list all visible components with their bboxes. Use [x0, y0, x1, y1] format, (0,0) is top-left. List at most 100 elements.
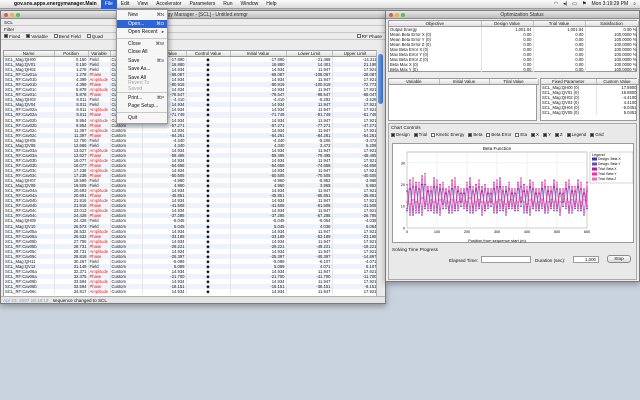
- fixed-parameter-table[interactable]: Fixed Parameter Custom Value SCL_Mag:QH00…: [540, 78, 639, 121]
- menu-item-close[interactable]: Close ⌘W: [117, 40, 167, 49]
- data-point: [496, 212, 498, 214]
- menu-item-label: New: [128, 12, 139, 19]
- close-icon[interactable]: [389, 12, 393, 17]
- chart-toggle-beta-error[interactable]: Beta Error: [486, 132, 511, 137]
- variable-table[interactable]: Variable Initial Value Trial Value: [388, 78, 539, 121]
- close-icon[interactable]: [4, 12, 8, 17]
- parameter-table[interactable]: NamePositionVariableTypeDesign ValueCont…: [3, 50, 377, 299]
- checkbox-icon[interactable]: [26, 34, 31, 39]
- menu-accelerator[interactable]: Accelerator: [152, 0, 185, 9]
- x-tick-label: 600: [584, 230, 590, 234]
- chart-toggle-beta[interactable]: Beta: [468, 132, 482, 137]
- data-point: [409, 179, 411, 182]
- wifi-icon[interactable]: ◠: [554, 1, 558, 7]
- checkbox-icon[interactable]: [531, 132, 536, 137]
- checkbox-icon[interactable]: [468, 132, 473, 137]
- minimize-icon[interactable]: [395, 12, 399, 17]
- filter-variable[interactable]: Variable: [26, 33, 48, 40]
- menu-window[interactable]: Window: [236, 0, 262, 9]
- checkbox-icon[interactable]: [356, 34, 361, 39]
- filter-rf-phase[interactable]: RF Phase: [356, 33, 382, 40]
- menu-view[interactable]: View: [133, 0, 152, 9]
- data-point: [556, 181, 558, 184]
- chart-toggle-kinetic-energy[interactable]: Kinetic Energy: [431, 132, 464, 137]
- checkbox-icon[interactable]: [413, 132, 418, 137]
- objective-table[interactable]: Objective Design Value Trial Value Satisfac…: [388, 20, 639, 72]
- volume-icon[interactable]: ◂): [563, 1, 567, 7]
- chart-toggle-x[interactable]: X: [531, 132, 539, 137]
- chart-toggle-grid[interactable]: Grid: [590, 132, 604, 137]
- column-header[interactable]: Variable: [389, 79, 440, 85]
- menu-item-open-recent[interactable]: Open Recent ▸: [117, 28, 167, 37]
- menu-run[interactable]: Run: [219, 0, 236, 9]
- filter-fixed[interactable]: Fixed: [4, 33, 20, 40]
- menu-item-print[interactable]: Print... ⌘P: [117, 94, 167, 103]
- checkbox-icon[interactable]: [391, 132, 395, 137]
- menu-app-name[interactable]: gov.sns.apps.energymanager.Main: [10, 0, 101, 9]
- checkbox-icon[interactable]: [486, 132, 491, 137]
- data-point: [529, 214, 531, 216]
- x-tick-label: 200: [464, 230, 470, 234]
- vertical-scrollbar[interactable]: [376, 50, 383, 299]
- main-titlebar[interactable]: Energy Manager - [SCL] - Untitled.enmgr: [1, 11, 385, 19]
- checkbox-icon[interactable]: [515, 132, 520, 137]
- scroll-thumb[interactable]: [378, 54, 383, 104]
- menu-item-quit[interactable]: Quit: [117, 114, 167, 123]
- menu-item-close-all[interactable]: Close All: [117, 48, 167, 57]
- menu-item-save[interactable]: Save ⌘S: [117, 57, 167, 66]
- opt-titlebar[interactable]: Optimization Status: [386, 11, 639, 19]
- data-point: [580, 209, 582, 212]
- objective-cell: Beta Max Y (0): [389, 67, 482, 72]
- chart-toggle-design[interactable]: Design: [391, 132, 410, 137]
- flag-icon[interactable]: ⚑: [582, 1, 586, 7]
- data-point: [565, 203, 567, 205]
- chart-toggle-trial[interactable]: Trial: [413, 132, 427, 137]
- menu-file[interactable]: File: [100, 0, 117, 9]
- battery-icon[interactable]: ▭: [572, 1, 577, 7]
- chart-toggle-label: Kinetic Energy: [436, 132, 465, 137]
- spotlight-icon[interactable]: ⌕: [633, 1, 636, 7]
- data-point: [526, 209, 528, 212]
- menu-edit[interactable]: Edit: [117, 0, 134, 9]
- data-point: [562, 188, 564, 190]
- menu-item-save-as[interactable]: Save As...: [117, 65, 167, 74]
- checkbox-icon[interactable]: [542, 132, 547, 137]
- checkbox-icon[interactable]: [566, 132, 571, 137]
- chart-toggle-z[interactable]: Z: [554, 132, 563, 137]
- data-point: [460, 201, 462, 203]
- fixed-row[interactable]: SCL_Mag:QV05 (0) 5.0451: [541, 110, 639, 115]
- chart-toggle-y[interactable]: Y: [542, 132, 551, 137]
- data-point: [535, 188, 537, 190]
- checkbox-icon[interactable]: [590, 132, 595, 137]
- data-point: [541, 207, 543, 210]
- menubar-clock[interactable]: Mon 3:19:29 PM: [592, 1, 629, 7]
- checkbox-icon[interactable]: [4, 34, 8, 39]
- chart-toggle-label: Z: [559, 132, 563, 137]
- table-row[interactable]: SCL_RF:Cav06c 34.817 Amplitude Custom 14.934…: [4, 289, 376, 295]
- filter-quad[interactable]: Quad: [86, 33, 103, 40]
- stop-button[interactable]: Stop: [607, 255, 631, 263]
- column-header[interactable]: Trial Value: [489, 79, 539, 85]
- checkbox-icon[interactable]: [86, 34, 91, 39]
- column-header[interactable]: Initial Value: [439, 79, 490, 85]
- filter-bend-field[interactable]: Bend Field: [53, 33, 81, 40]
- data-point: [430, 198, 432, 201]
- menu-parameters[interactable]: Parameters: [185, 0, 219, 9]
- data-point: [523, 212, 525, 214]
- chart-toggle-legend[interactable]: Legend: [566, 132, 586, 137]
- minimize-icon[interactable]: [10, 12, 14, 17]
- menu-help[interactable]: Help: [262, 0, 280, 9]
- data-point: [532, 207, 534, 210]
- data-point: [418, 212, 420, 214]
- checkbox-icon[interactable]: [554, 132, 559, 137]
- duration-field[interactable]: 1,000: [573, 256, 599, 263]
- chart-toggle-eta[interactable]: Eta: [515, 132, 527, 137]
- menu-item-open[interactable]: Open... ⌘O: [117, 19, 167, 28]
- column-header[interactable]: Variable: [88, 51, 111, 57]
- checkbox-icon[interactable]: [431, 132, 436, 137]
- objective-row[interactable]: Beta Max Y (0) 0.00 0.00 100.0000 %: [389, 67, 639, 72]
- data-point: [556, 209, 558, 212]
- menu-item-new[interactable]: New ⌘N: [117, 11, 167, 20]
- checkbox-icon[interactable]: [53, 34, 58, 39]
- menu-item-page-setup[interactable]: Page Setup...: [117, 102, 167, 111]
